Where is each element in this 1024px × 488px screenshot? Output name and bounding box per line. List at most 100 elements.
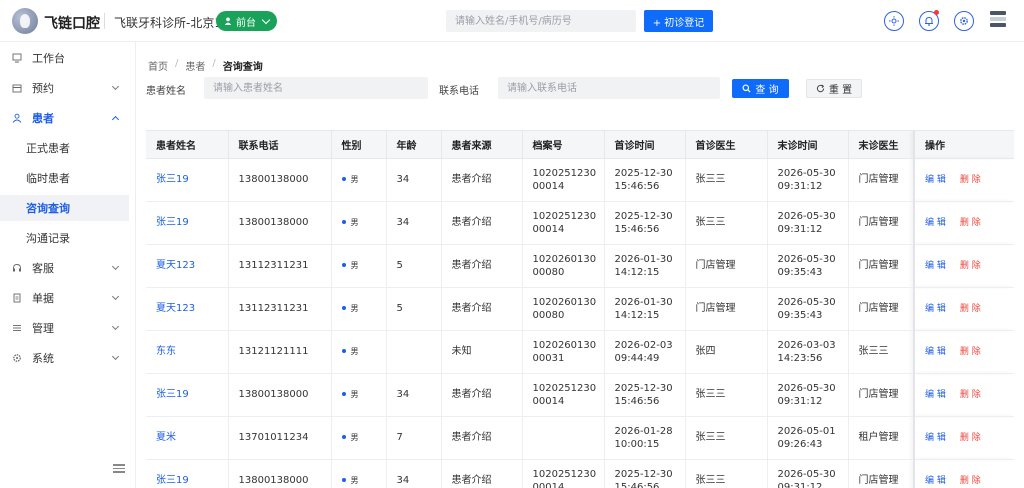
chevron-down-icon — [111, 322, 120, 331]
file-no-cell: 1020260130 00031 — [522, 330, 605, 374]
table-row: 夏米 13701011234 男 7 患者介绍 2026-01-28 10:00:15 张三… — [146, 416, 1014, 460]
sidebar-item-patient[interactable]: 患者 — [0, 105, 130, 131]
sidebar-sub-label: 沟通记录 — [26, 232, 70, 245]
first-doctor-cell: 张三三 — [685, 201, 768, 245]
sidebar-item-system[interactable]: 系统 — [0, 345, 130, 371]
sidebar-item-appointment[interactable]: 预约 — [0, 75, 130, 101]
patient-name-cell[interactable]: 夏米 — [146, 416, 229, 460]
sidebar-sub-communication[interactable]: 沟通记录 — [0, 225, 129, 251]
phone-input[interactable] — [498, 77, 720, 99]
gender-dot-icon — [341, 263, 346, 267]
search-input[interactable] — [446, 10, 636, 32]
patient-name-cell[interactable]: 张三19 — [146, 158, 229, 202]
patient-table: 患者姓名 联系电话 性别 年龄 患者来源 档案号 首诊时间 首诊医生 末诊时间 … — [146, 130, 1014, 488]
last-time-cell: 2026-05-30 09:35:43 — [767, 244, 849, 288]
patient-name-cell[interactable]: 东东 — [146, 330, 229, 374]
edit-button[interactable]: 编 辑 — [925, 304, 946, 314]
avatar[interactable] — [990, 11, 1006, 29]
delete-button[interactable]: 删 除 — [960, 218, 981, 228]
bell-icon[interactable] — [919, 10, 939, 31]
chevron-up-icon — [111, 115, 120, 124]
sidebar-item-workbench[interactable]: 工作台 — [0, 45, 130, 71]
delete-button[interactable]: 删 除 — [960, 433, 981, 443]
edit-button[interactable]: 编 辑 — [925, 347, 946, 357]
sidebar-item-manage[interactable]: 管理 — [0, 315, 130, 341]
patient-name-cell[interactable]: 张三19 — [146, 459, 229, 488]
actions-cell: 编 辑删 除 — [913, 330, 1014, 374]
patient-name-input[interactable] — [204, 77, 428, 99]
patient-name-cell[interactable]: 夏天123 — [146, 244, 229, 288]
table-row: 夏天123 13112311231 男 5 患者介绍 1020260130 00080 20… — [146, 244, 1014, 288]
reset-button[interactable]: 重 置 — [806, 79, 862, 98]
delete-button[interactable]: 删 除 — [960, 476, 981, 486]
phone-cell: 13800138000 — [228, 459, 332, 488]
file-no-cell: 1020251230 00014 — [522, 459, 605, 488]
edit-button[interactable]: 编 辑 — [925, 390, 946, 400]
col-header-gender: 性别 — [331, 131, 387, 159]
reset-label: 重 置 — [828, 85, 853, 96]
first-doctor-cell: 门店管理 — [685, 287, 768, 331]
last-doctor-cell: 门店管理 — [848, 373, 915, 417]
delete-button[interactable]: 删 除 — [960, 175, 981, 185]
sidebar-item-label: 患者 — [32, 112, 54, 125]
gender-label: 男 — [350, 261, 359, 270]
sidebar-sub-temp-patients[interactable]: 临时患者 — [0, 165, 129, 191]
col-header-name: 患者姓名 — [146, 131, 229, 159]
sidebar-item-service[interactable]: 客服 — [0, 255, 130, 281]
patient-name-cell[interactable]: 张三19 — [146, 201, 229, 245]
breadcrumb-separator: / — [175, 58, 179, 69]
delete-button[interactable]: 删 除 — [960, 304, 981, 314]
edit-button[interactable]: 编 辑 — [925, 175, 946, 185]
edit-button[interactable]: 编 辑 — [925, 433, 946, 443]
sidebar-sub-formal-patients[interactable]: 正式患者 — [0, 135, 129, 161]
settings-gear-icon[interactable] — [954, 11, 974, 31]
source-cell: 患者介绍 — [441, 287, 523, 331]
gender-cell: 男 — [331, 330, 387, 374]
collapse-menu-icon[interactable] — [113, 464, 125, 474]
last-time-cell: 2026-05-30 09:35:43 — [767, 287, 849, 331]
breadcrumb-patient[interactable]: 患者 — [185, 58, 205, 73]
patient-name-cell[interactable]: 夏天123 — [146, 287, 229, 331]
document-icon — [12, 293, 22, 303]
col-header-actions: 操作 — [913, 131, 1014, 159]
file-no-cell: 1020260130 00080 — [522, 287, 605, 331]
new-registration-button[interactable]: + 初诊登记 — [644, 10, 713, 32]
delete-button[interactable]: 删 除 — [960, 347, 981, 357]
sidebar-item-label: 系统 — [32, 352, 54, 365]
col-header-first-doctor: 首诊医生 — [685, 131, 768, 159]
search-icon — [742, 84, 751, 93]
last-doctor-cell: 门店管理 — [848, 158, 915, 202]
file-no-cell: 1020251230 00014 — [522, 373, 605, 417]
query-button[interactable]: 查 询 — [732, 79, 789, 98]
delete-button[interactable]: 删 除 — [960, 261, 981, 271]
gender-label: 男 — [350, 175, 359, 184]
last-time-cell: 2026-05-30 09:31:12 — [767, 373, 849, 417]
gender-cell: 男 — [331, 373, 387, 417]
gender-label: 男 — [350, 347, 359, 356]
breadcrumb: 首页 / 患者 / 咨询查询 — [148, 58, 263, 73]
edit-button[interactable]: 编 辑 — [925, 476, 946, 486]
source-cell: 患者介绍 — [441, 158, 523, 202]
role-switch-button[interactable]: 前台 — [216, 11, 277, 31]
patient-name-cell[interactable]: 张三19 — [146, 373, 229, 417]
age-cell: 5 — [386, 244, 442, 288]
col-header-file-no: 档案号 — [522, 131, 605, 159]
sidebar: 工作台 预约 患者 正式患者 临时患者 咨询查询 沟通记录 客服 单据 管理 系… — [0, 42, 136, 488]
theme-sun-icon[interactable] — [884, 11, 904, 31]
source-cell: 患者介绍 — [441, 459, 523, 488]
table-row: 张三19 13800138000 男 34 患者介绍 1020251230 00014 20… — [146, 158, 1014, 202]
gender-label: 男 — [350, 304, 359, 313]
gender-label: 男 — [350, 476, 359, 485]
breadcrumb-home[interactable]: 首页 — [148, 58, 168, 73]
sidebar-item-bills[interactable]: 单据 — [0, 285, 130, 311]
delete-button[interactable]: 删 除 — [960, 390, 981, 400]
gender-cell: 男 — [331, 459, 387, 488]
source-cell: 未知 — [441, 330, 523, 374]
sidebar-sub-consult-query[interactable]: 咨询查询 — [0, 195, 129, 221]
edit-button[interactable]: 编 辑 — [925, 218, 946, 228]
gear-icon — [12, 353, 22, 363]
file-no-cell: 1020251230 00014 — [522, 158, 605, 202]
gender-cell: 男 — [331, 287, 387, 331]
actions-cell: 编 辑删 除 — [913, 201, 1014, 245]
edit-button[interactable]: 编 辑 — [925, 261, 946, 271]
